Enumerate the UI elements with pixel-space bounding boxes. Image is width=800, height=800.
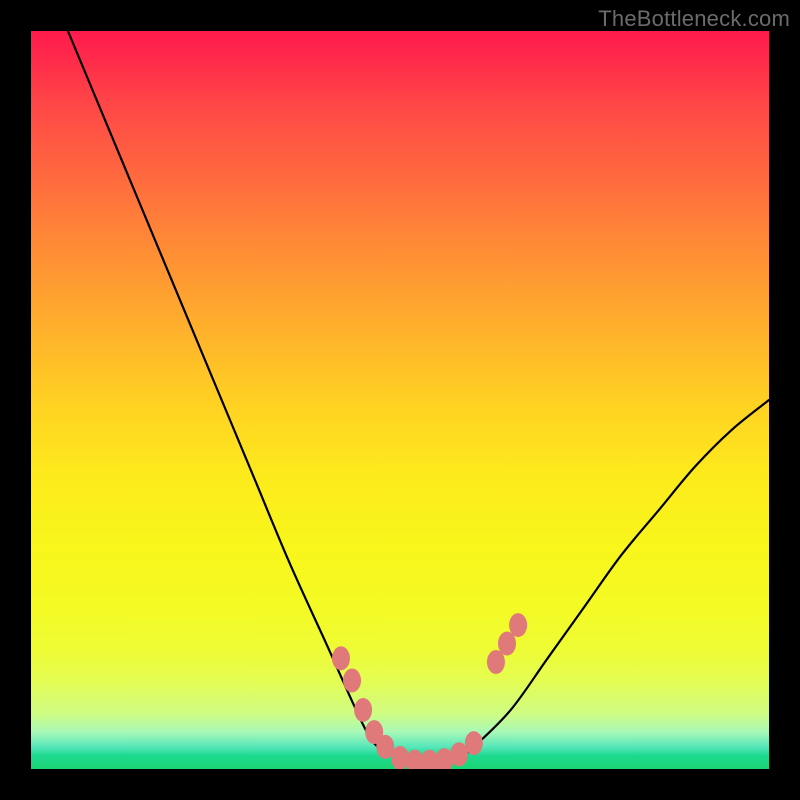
marker-dot <box>465 731 483 755</box>
marker-dot <box>509 613 527 637</box>
marker-dot <box>343 668 361 692</box>
chart-frame: TheBottleneck.com <box>0 0 800 800</box>
plot-area <box>31 31 769 769</box>
watermark-label: TheBottleneck.com <box>598 6 790 32</box>
marker-dot <box>332 646 350 670</box>
bottleneck-curve <box>68 31 769 764</box>
marker-dot <box>354 698 372 722</box>
curve-svg <box>31 31 769 769</box>
marker-dots <box>332 613 527 769</box>
